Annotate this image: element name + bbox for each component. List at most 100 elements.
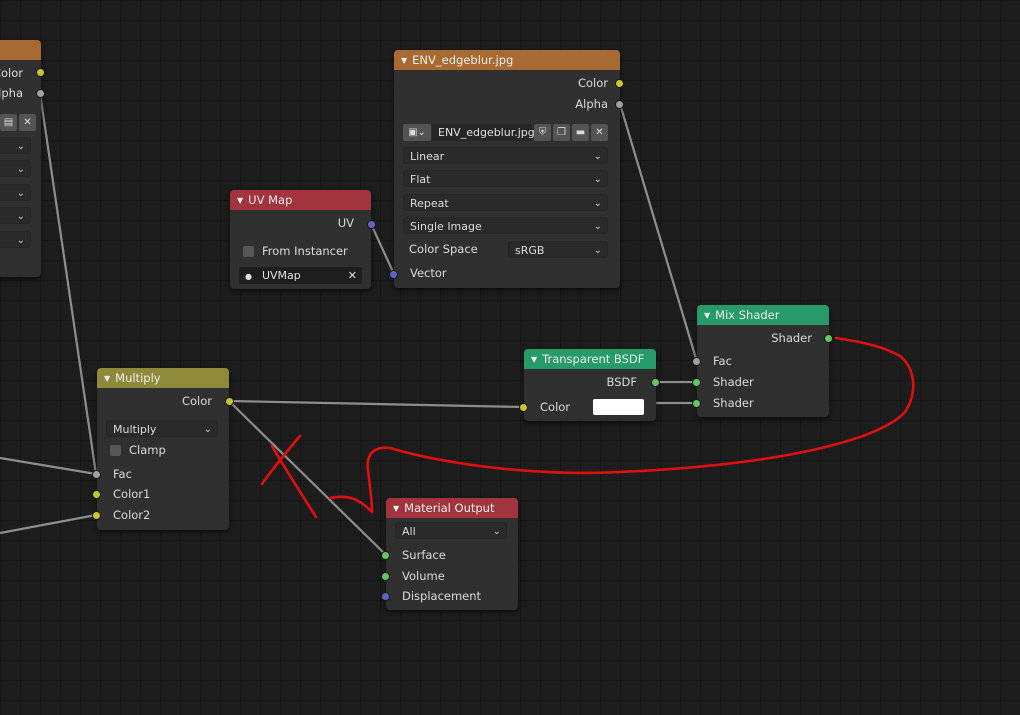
uv-output-label: UV bbox=[337, 216, 354, 230]
image-name-field[interactable]: ENV_edgeblur.jpg bbox=[432, 124, 535, 141]
transparent-bsdf-title: Transparent BSDF bbox=[542, 352, 645, 366]
surface-input-label: Surface bbox=[402, 548, 446, 562]
image-texture-header[interactable]: ▼ ENV_edgeblur.jpg bbox=[394, 50, 620, 70]
image-texture-color-socket[interactable] bbox=[615, 79, 624, 88]
multiply-fac-socket[interactable] bbox=[92, 470, 101, 479]
transparent-color-swatch[interactable] bbox=[593, 399, 644, 415]
image-browse-button[interactable]: ▣⌄ bbox=[403, 124, 431, 141]
volume-input-label: Volume bbox=[402, 569, 445, 583]
surface-input-socket[interactable] bbox=[381, 551, 390, 560]
left-partial-node[interactable]: Color Alpha ▤ ✕ ⌄ ⌄ ⌄ ⌄ ⌄ bbox=[0, 40, 41, 277]
red-x-mark-stroke-1 bbox=[260, 434, 302, 486]
mix-shader2-label: Shader bbox=[713, 396, 754, 410]
mix-shader1-label: Shader bbox=[713, 375, 754, 389]
volume-input-socket[interactable] bbox=[381, 572, 390, 581]
left-dropdown-4[interactable]: ⌄ bbox=[0, 207, 31, 224]
image-texture-vector-socket[interactable] bbox=[389, 270, 398, 279]
blend-mode-value: Multiply bbox=[113, 423, 157, 436]
multiply-node[interactable]: ▼ Multiply Color Multiply ⌄ Clamp Fac Colo… bbox=[97, 368, 229, 530]
bsdf-output-label: BSDF bbox=[606, 375, 637, 389]
left-alpha-output-socket[interactable] bbox=[36, 89, 45, 98]
blend-mode-dropdown[interactable]: Multiply ⌄ bbox=[106, 420, 218, 437]
unlink-image-close-icon[interactable]: ✕ bbox=[591, 124, 608, 141]
multiply-color1-socket[interactable] bbox=[92, 490, 101, 499]
clamp-checkbox[interactable] bbox=[110, 445, 121, 456]
clamp-label: Clamp bbox=[129, 443, 166, 457]
from-instancer-label: From Instancer bbox=[262, 244, 348, 258]
output-target-dropdown[interactable]: All ⌄ bbox=[395, 522, 507, 539]
material-output-node[interactable]: ▼ Material Output All ⌄ Surface Volume Dis… bbox=[386, 498, 518, 610]
collapse-triangle-icon[interactable]: ▼ bbox=[531, 355, 537, 364]
image-texture-color-output-label: Color bbox=[577, 76, 608, 90]
uvmap-field[interactable]: ● UVMap ✕ bbox=[239, 267, 362, 284]
image-texture-alpha-socket[interactable] bbox=[615, 100, 624, 109]
material-output-title: Material Output bbox=[404, 501, 495, 515]
output-target-value: All bbox=[402, 525, 416, 538]
collapse-triangle-icon[interactable]: ▼ bbox=[393, 504, 399, 513]
multiply-fac-label: Fac bbox=[113, 467, 132, 481]
left-dropdown-1[interactable]: ⌄ bbox=[0, 137, 31, 154]
mix-shader1-socket[interactable] bbox=[692, 378, 701, 387]
link-offscreen-to-multiply-color2 bbox=[0, 513, 97, 535]
uv-map-header[interactable]: ▼ UV Map bbox=[230, 190, 371, 210]
source-dropdown[interactable]: Single Image ⌄ bbox=[403, 217, 608, 234]
multiply-header[interactable]: ▼ Multiply bbox=[97, 368, 229, 388]
link-env-alpha-to-mix-fac bbox=[618, 103, 699, 363]
left-close-icon[interactable]: ✕ bbox=[19, 114, 36, 131]
multiply-color1-label: Color1 bbox=[113, 487, 151, 501]
collapse-triangle-icon[interactable]: ▼ bbox=[704, 311, 710, 320]
link-multiply-to-transparent-color bbox=[228, 399, 524, 409]
color-space-dropdown[interactable]: sRGB ⌄ bbox=[508, 241, 608, 258]
uv-output-socket[interactable] bbox=[367, 220, 376, 229]
transparent-color-input-label: Color bbox=[540, 400, 571, 414]
link-multiply-to-output-surface bbox=[228, 400, 387, 556]
extension-value: Repeat bbox=[410, 197, 449, 210]
material-output-header[interactable]: ▼ Material Output bbox=[386, 498, 518, 518]
uv-map-node[interactable]: ▼ UV Map UV From Instancer ● UVMap ✕ bbox=[230, 190, 371, 289]
source-value: Single Image bbox=[410, 220, 482, 233]
multiply-color-output-label: Color bbox=[181, 394, 212, 408]
mix-fac-socket[interactable] bbox=[692, 357, 701, 366]
left-partial-node-header[interactable] bbox=[0, 40, 41, 60]
displacement-input-socket[interactable] bbox=[381, 592, 390, 601]
multiply-title: Multiply bbox=[115, 371, 161, 385]
collapse-triangle-icon[interactable]: ▼ bbox=[104, 374, 110, 383]
extension-dropdown[interactable]: Repeat ⌄ bbox=[403, 194, 608, 211]
link-offscreen-to-multiply-fac bbox=[0, 456, 97, 476]
fake-user-shield-icon[interactable]: ⛨ bbox=[534, 124, 551, 141]
uvmap-clear-icon[interactable]: ✕ bbox=[348, 267, 357, 284]
interpolation-value: Linear bbox=[410, 150, 445, 163]
left-dropdown-2[interactable]: ⌄ bbox=[0, 160, 31, 177]
left-dropdown-3[interactable]: ⌄ bbox=[0, 184, 31, 201]
bsdf-output-socket[interactable] bbox=[651, 378, 660, 387]
mix-shader-node[interactable]: ▼ Mix Shader Shader Fac Shader Shader bbox=[697, 305, 829, 417]
left-browse-icon[interactable]: ▤ bbox=[0, 114, 17, 131]
multiply-color2-socket[interactable] bbox=[92, 511, 101, 520]
open-folder-icon[interactable]: ▬ bbox=[572, 124, 589, 141]
transparent-color-input-socket[interactable] bbox=[519, 403, 528, 412]
uvmap-dot-icon: ● bbox=[245, 272, 252, 281]
vector-input-label: Vector bbox=[410, 266, 447, 280]
displacement-input-label: Displacement bbox=[402, 589, 482, 603]
left-color-output-socket[interactable] bbox=[36, 68, 45, 77]
mix-shader2-socket[interactable] bbox=[692, 399, 701, 408]
mix-shader-output-socket[interactable] bbox=[824, 334, 833, 343]
collapse-triangle-icon[interactable]: ▼ bbox=[401, 56, 407, 65]
projection-value: Flat bbox=[410, 173, 431, 186]
projection-dropdown[interactable]: Flat ⌄ bbox=[403, 170, 608, 187]
mix-shader-header[interactable]: ▼ Mix Shader bbox=[697, 305, 829, 325]
transparent-bsdf-node[interactable]: ▼ Transparent BSDF BSDF Color bbox=[524, 349, 656, 421]
multiply-color-output-socket[interactable] bbox=[225, 397, 234, 406]
collapse-triangle-icon[interactable]: ▼ bbox=[237, 196, 243, 205]
from-instancer-checkbox[interactable] bbox=[243, 246, 254, 257]
link-left-alpha-to-multiply-fac bbox=[38, 92, 98, 475]
red-x-mark-stroke-2 bbox=[270, 444, 318, 519]
mix-shader-output-label: Shader bbox=[771, 331, 812, 345]
duplicate-image-icon[interactable]: ❐ bbox=[553, 124, 570, 141]
transparent-bsdf-header[interactable]: ▼ Transparent BSDF bbox=[524, 349, 656, 369]
image-texture-title: ENV_edgeblur.jpg bbox=[412, 53, 514, 67]
interpolation-dropdown[interactable]: Linear ⌄ bbox=[403, 147, 608, 164]
image-texture-node[interactable]: ▼ ENV_edgeblur.jpg Color Alpha ▣⌄ ENV_edg… bbox=[394, 50, 620, 288]
left-output-color-label: Color bbox=[0, 66, 23, 80]
left-dropdown-5[interactable]: ⌄ bbox=[0, 231, 31, 248]
